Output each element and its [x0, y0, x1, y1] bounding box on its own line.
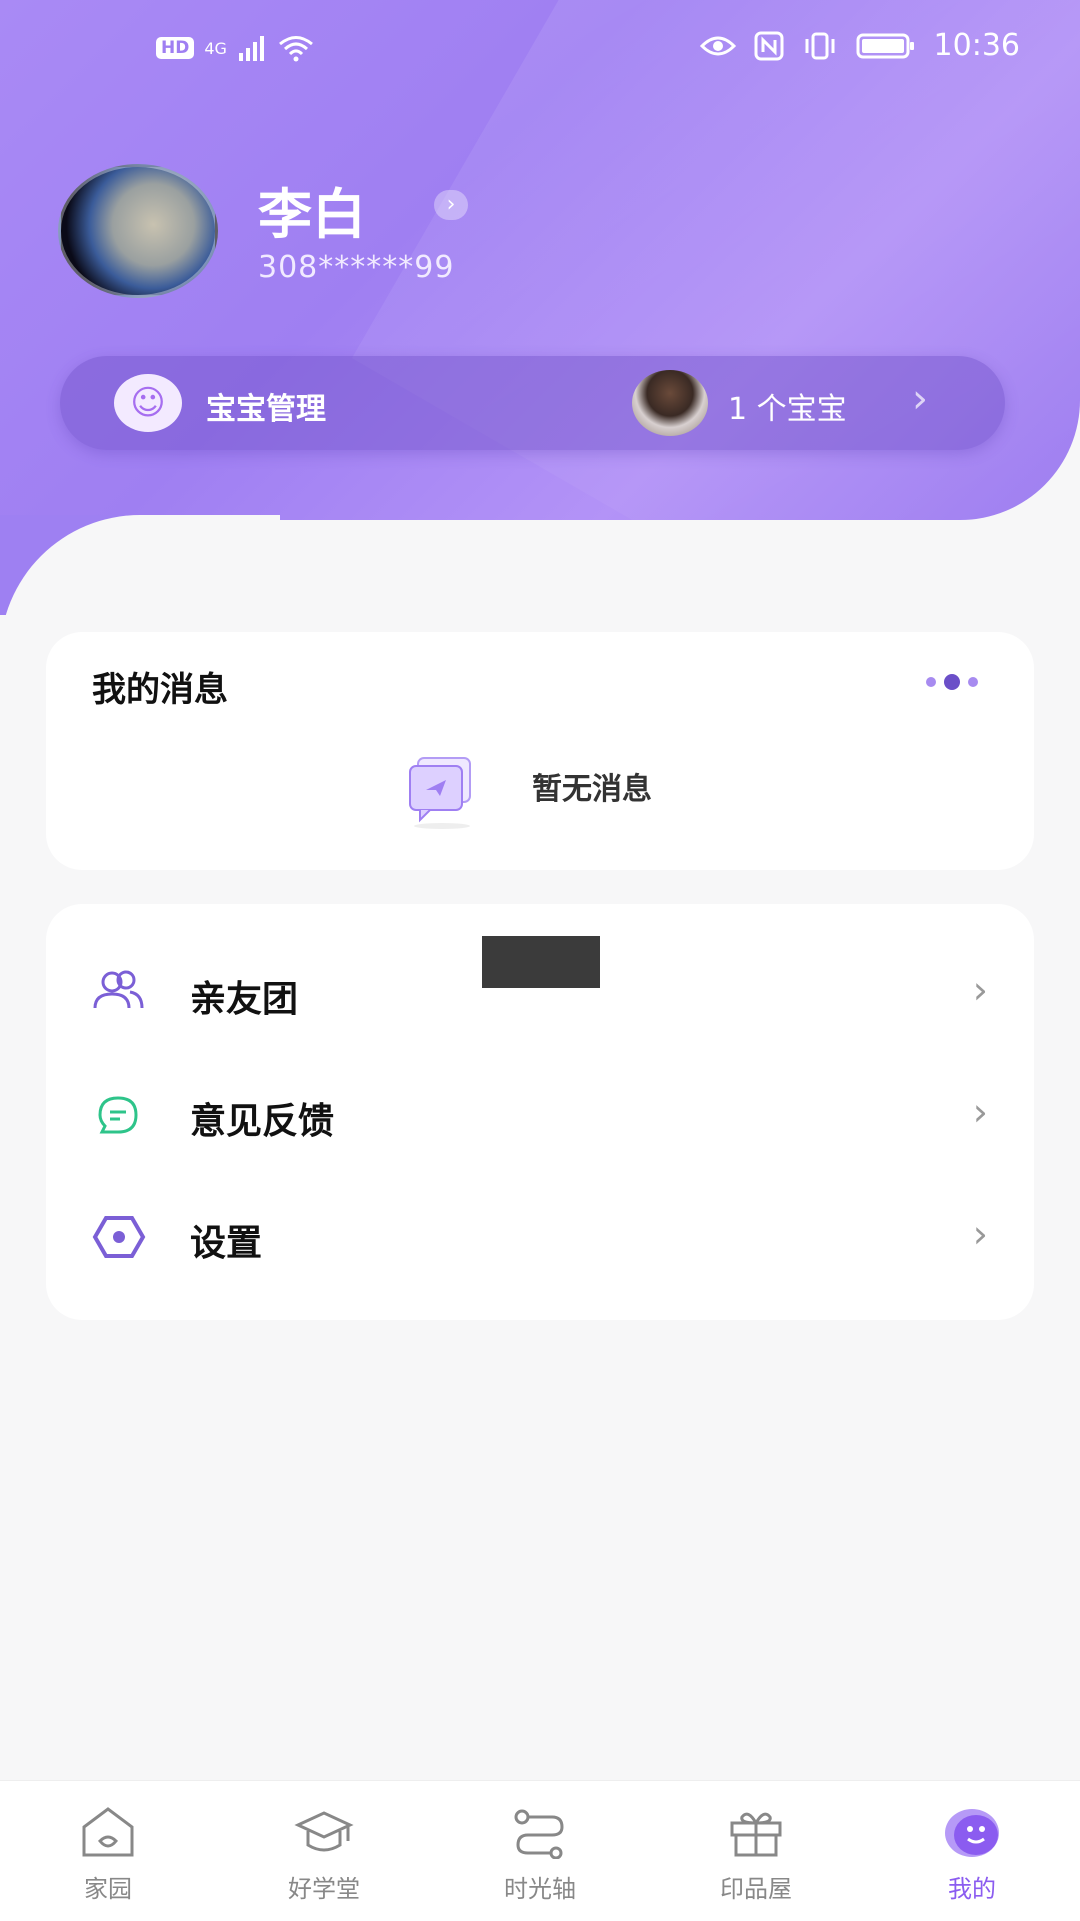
- tab-learning[interactable]: 好学堂: [254, 1805, 394, 1915]
- tab-label: 好学堂: [288, 1875, 360, 1903]
- home-icon: [82, 1807, 134, 1857]
- nfc-icon: [754, 31, 784, 60]
- empty-message-text: 暂无消息: [532, 772, 652, 807]
- friends-icon: [93, 970, 144, 1009]
- empty-message-icon: [409, 757, 471, 829]
- status-left: HD 4G: [156, 34, 315, 62]
- network-type: 4G: [204, 38, 227, 58]
- menu-item-settings[interactable]: 设置 ›: [46, 1186, 1034, 1286]
- baby-management-label: 宝宝管理: [206, 392, 326, 427]
- menu-item-feedback[interactable]: 意见反馈 ›: [46, 1064, 1034, 1164]
- tab-label: 印品屋: [720, 1875, 792, 1903]
- tab-label: 时光轴: [504, 1875, 576, 1903]
- status-right: 10:36: [699, 28, 1020, 63]
- chevron-right-icon: ›: [972, 1212, 988, 1256]
- baby-face-icon: ☺: [114, 374, 182, 432]
- dot: [944, 674, 960, 690]
- baby-count: 1 个宝宝: [728, 392, 847, 427]
- dot: [926, 677, 936, 687]
- tab-label: 家园: [84, 1875, 132, 1903]
- menu-label: 意见反馈: [190, 1101, 335, 1142]
- menu-label: 设置: [190, 1223, 263, 1264]
- chevron-right-icon: ›: [912, 376, 928, 422]
- vibrate-icon: [805, 32, 835, 59]
- tab-home[interactable]: 家园: [38, 1805, 178, 1915]
- signal-icon: [238, 36, 264, 61]
- hd-badge: HD: [156, 37, 195, 59]
- chevron-right-icon: ›: [972, 1090, 988, 1134]
- user-avatar[interactable]: [58, 164, 218, 298]
- dot: [968, 677, 978, 687]
- feedback-icon: [98, 1096, 138, 1134]
- tab-label: 我的: [948, 1875, 996, 1903]
- chevron-right-icon: ›: [972, 968, 988, 1012]
- gift-icon: [730, 1812, 782, 1857]
- more-dots-icon[interactable]: [926, 674, 978, 690]
- menu-label: 亲友团: [190, 979, 299, 1020]
- graduation-cap-icon: [294, 1811, 354, 1852]
- clock: 10:36: [933, 28, 1020, 63]
- bottom-tab-bar: 家园 好学堂 时光轴 印品屋 我的: [0, 1780, 1080, 1921]
- status-bar: HD 4G 10:36: [0, 28, 1080, 76]
- messages-card: 我的消息 暂无消息: [46, 632, 1034, 870]
- user-name[interactable]: 李白: [258, 170, 366, 249]
- tab-timeline[interactable]: 时光轴: [470, 1805, 610, 1915]
- wifi-icon: [278, 36, 313, 62]
- eye-icon: [699, 36, 736, 55]
- messages-title: 我的消息: [92, 670, 228, 710]
- tab-mine[interactable]: 我的: [902, 1805, 1042, 1915]
- user-phone: 308******99: [258, 250, 455, 285]
- battery-icon: [856, 33, 914, 58]
- timeline-icon: [514, 1809, 564, 1860]
- smiley-icon: [945, 1809, 999, 1857]
- header-curve: [0, 515, 280, 715]
- baby-avatar: [632, 370, 708, 436]
- settings-icon: [92, 1216, 146, 1258]
- baby-management-bar[interactable]: ☺ 宝宝管理 1 个宝宝 ›: [60, 356, 1005, 450]
- tab-print-shop[interactable]: 印品屋: [686, 1805, 826, 1915]
- overlay-toast: [482, 936, 600, 988]
- profile-chevron-icon[interactable]: ›: [434, 190, 468, 220]
